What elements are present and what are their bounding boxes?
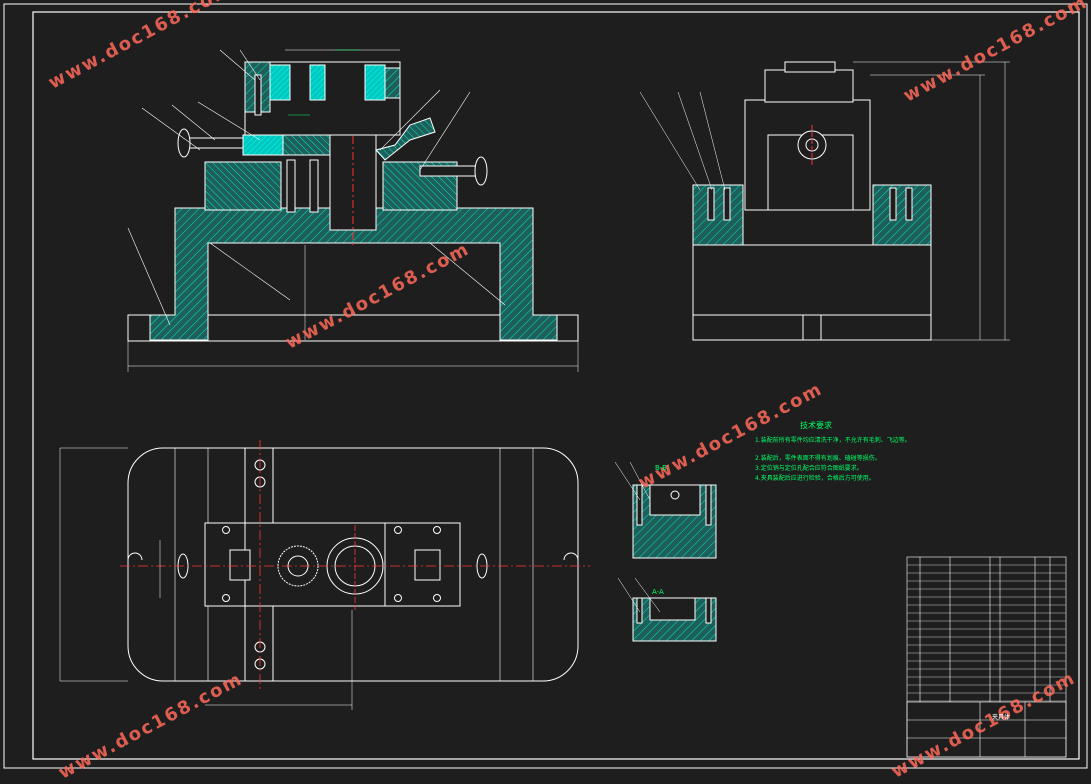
upper-block (204, 161, 282, 211)
top-flange-r (384, 67, 401, 99)
side-right-block (872, 184, 932, 246)
center-bore (329, 134, 377, 231)
tech-req-line: 3.定位销与定位孔配合应符合图纸要求。 (755, 465, 863, 472)
clamp-plate-left (242, 134, 284, 156)
tech-req-title: 技术要求 (800, 421, 832, 430)
screw-left (182, 137, 244, 149)
top-part-left (269, 64, 291, 101)
top-part-right (364, 64, 386, 101)
front-view (127, 49, 579, 372)
clamp-plate (282, 134, 331, 156)
drawing-name: 夹具体 (992, 714, 1011, 721)
plan-view (59, 440, 590, 710)
screw-right (419, 165, 481, 177)
cad-drawing (3, 3, 1088, 769)
tech-req-line: 1.装配前所有零件均应清洗干净，不允许有毛刺、飞边等。 (755, 437, 911, 444)
side-left-block (692, 184, 744, 246)
tech-req-line: 2.装配后，零件表面不得有划痕、磕碰等损伤。 (755, 455, 881, 462)
top-part-mid (309, 64, 326, 101)
side-tower (764, 69, 854, 103)
side-view (639, 61, 1010, 341)
section-views (614, 461, 717, 642)
tech-req-line: 4.夹具装配后应进行检验，合格后方可使用。 (755, 475, 875, 482)
section-label-bb: B-B (655, 464, 667, 472)
section-label-aa: A-A (652, 588, 664, 596)
